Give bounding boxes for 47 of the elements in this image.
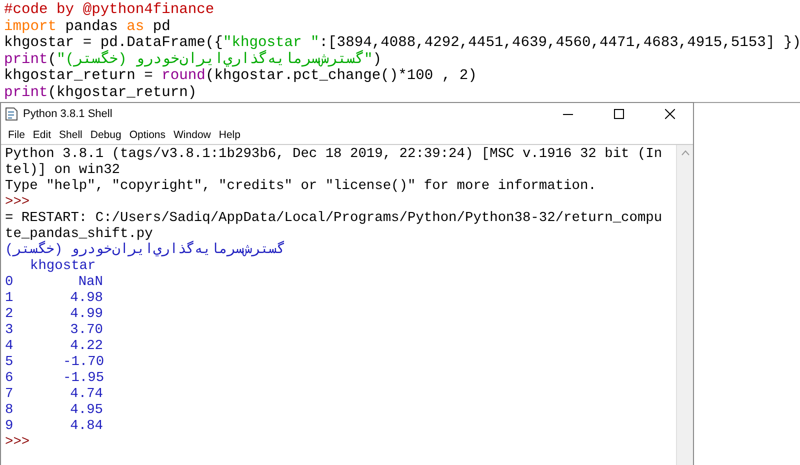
row-index: 3 (5, 323, 14, 339)
column-header: khgostar (29, 259, 96, 275)
row-index: 1 (5, 291, 14, 307)
scroll-up-icon[interactable] (680, 150, 690, 156)
table-cell: -1.70 (63, 355, 103, 371)
shell-prompt: >>> (5, 195, 30, 211)
scrollbar[interactable] (676, 145, 693, 465)
shell-output-line: Type "help", "copyright", "credits" or "license()" for more information. (5, 179, 596, 195)
row-index: 8 (5, 403, 14, 419)
menu-item[interactable]: Help (214, 128, 244, 140)
table-cell-text: 4.74 (69, 387, 103, 403)
table-cell-text: 4.95 (69, 403, 103, 419)
table-cell-text: NaN (77, 275, 103, 291)
shell-output-line: tel)] on win32 (5, 163, 120, 179)
shell-output-line: گسترش‌سرمایه‌گذاري‌ايران‌خودرو (خگستر) (5, 243, 286, 259)
table-cell-text: 3.70 (69, 323, 103, 339)
row-index: 6 (5, 371, 14, 387)
table-cell: -1.95 (63, 371, 103, 387)
python-file-icon (5, 107, 18, 121)
row-index: 5 (5, 355, 14, 371)
menu-item[interactable]: Options (125, 128, 170, 140)
maximize-icon (614, 109, 624, 119)
code-line: print(khgostar_return) (3, 84, 197, 101)
code-line: import pandas as pd (3, 18, 170, 35)
close-icon (665, 109, 675, 119)
row-index: 0 (5, 275, 14, 291)
code-line: khgostar = pd.DataFrame({"khgostar ":[3894,4088,4292,4451,4639,4560,4471,4683,4915,5153] }) (3, 35, 800, 51)
table-cell-text: 4.99 (69, 307, 103, 323)
row-index: 2 (5, 307, 14, 323)
row-index: 9 (5, 419, 14, 435)
row-index: 7 (5, 387, 14, 403)
shell-prompt: >>> (5, 435, 30, 451)
menu-item[interactable]: Debug (86, 128, 126, 140)
code-line: #code by @python4finance (3, 2, 214, 18)
window-title: Python 3.8.1 Shell (23, 108, 114, 120)
menu-item[interactable]: File (4, 128, 29, 140)
code-line: khgostar_return = round(khgostar.pct_change()*100 , 2) (3, 68, 477, 84)
row-index: 4 (5, 339, 14, 355)
shell-output-line: = RESTART: C:/Users/Sadiq/AppData/Local/Programs/Python/Python38-32/return_compu (5, 211, 662, 227)
menu-item[interactable]: Window (170, 128, 215, 140)
table-cell-text: 4.84 (69, 419, 103, 435)
table-cell-text: 4.98 (69, 291, 103, 307)
table-cell-text: 4.22 (69, 339, 103, 355)
menu-item[interactable]: Edit (28, 128, 56, 140)
shell-output-line: Python 3.8.1 (tags/v3.8.1:1b293b6, Dec 18 2019, 22:39:24) [MSC v.1916 32 bit (In (5, 147, 662, 163)
menu-item[interactable]: Shell (55, 128, 86, 140)
shell-output-line: te_pandas_shift.py (5, 227, 153, 242)
